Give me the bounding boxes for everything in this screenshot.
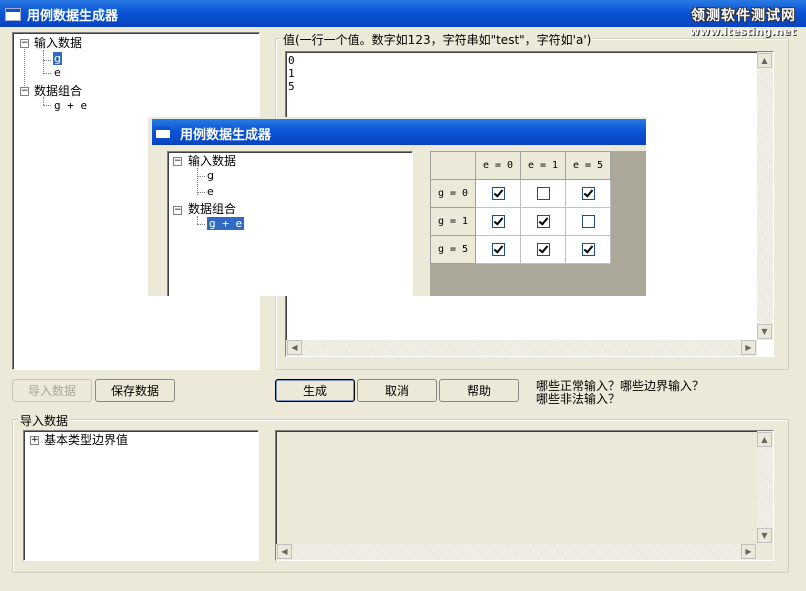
app-icon (5, 8, 21, 21)
scroll-left-icon[interactable]: ◀ (287, 340, 302, 355)
scroll-right-icon[interactable]: ▶ (741, 544, 756, 559)
expand-icon[interactable]: + (30, 436, 39, 445)
watermark-logo: 领测软件测试网 www.ltesting.net (690, 5, 796, 38)
grid-area: e = 0 e = 1 e = 5 g = 0 g = 1 g = 5 (430, 151, 646, 296)
watermark-line2: www.ltesting.net (689, 25, 796, 38)
grid-cell (520, 179, 566, 208)
values-group-label: 值(一行一个值。数字如123，字符串如"test"，字符如'a') (281, 31, 594, 48)
inner-tree-panel: − 输入数据 g e − 数据组合 g + e (167, 151, 413, 296)
tree-node-e[interactable]: e (54, 66, 61, 79)
horizontal-scrollbar[interactable]: ◀ ▶ (286, 340, 757, 356)
window-title: 用例数据生成器 (27, 9, 119, 24)
grid-cell (565, 179, 611, 208)
inner-tree-input-data: 输入数据 (188, 154, 237, 168)
grid-col-header: e = 1 (520, 151, 566, 180)
collapse-icon[interactable]: − (20, 87, 29, 96)
app-icon (156, 127, 170, 138)
grid-cell (565, 235, 611, 264)
scroll-down-icon[interactable]: ▼ (757, 324, 772, 339)
help-button[interactable]: 帮助 (439, 379, 519, 402)
grid-col-header: e = 5 (565, 151, 611, 180)
horizontal-scrollbar[interactable]: ◀ ▶ (276, 544, 757, 560)
checkbox (581, 187, 595, 200)
checkbox (581, 215, 595, 228)
grid-cell (520, 235, 566, 264)
scroll-up-icon[interactable]: ▲ (757, 53, 772, 68)
tree-node-data-combination[interactable]: 数据组合 (34, 82, 82, 99)
collapse-icon: − (173, 205, 182, 215)
tree-node-input-data[interactable]: 输入数据 (34, 34, 82, 51)
inner-tree-e: e (207, 185, 214, 198)
cancel-button[interactable]: 取消 (357, 379, 437, 402)
inner-tree-g-plus-e: g + e (207, 217, 245, 230)
value-line-0: 0 (288, 54, 295, 67)
watermark-line1: 领测软件测试网 (691, 8, 796, 24)
checkbox (536, 187, 550, 200)
tree-node-g[interactable]: g (53, 52, 62, 65)
checkbox (536, 215, 550, 228)
checkbox (491, 243, 505, 256)
grid-cell (565, 207, 611, 236)
scroll-down-icon[interactable]: ▼ (757, 528, 772, 543)
inner-title-bar: 用例数据生成器 (152, 119, 646, 145)
checkbox (581, 243, 595, 256)
scroll-left-icon[interactable]: ◀ (277, 544, 292, 559)
vertical-scrollbar[interactable]: ▲ ▼ (757, 431, 773, 544)
collapse-icon[interactable]: − (20, 39, 29, 48)
hint-line-2: 哪些非法输入？ (536, 392, 621, 406)
scroll-up-icon[interactable]: ▲ (757, 432, 772, 447)
grid-cell (475, 207, 521, 236)
vertical-scrollbar[interactable]: ▲ ▼ (757, 52, 773, 340)
collapse-icon: − (173, 156, 182, 166)
import-group-label: 导入数据 (18, 412, 71, 429)
grid-row-header: g = 1 (430, 207, 476, 236)
grid-row-header: g = 0 (430, 179, 476, 208)
checkbox (536, 243, 550, 256)
tree-node-basic-boundary[interactable]: 基本类型边界值 (44, 431, 128, 448)
generate-button[interactable]: 生成 (275, 379, 355, 402)
title-bar: 用例数据生成器 领测软件测试网 www.ltesting.net (0, 0, 806, 38)
grid-cell (475, 179, 521, 208)
grid-row-header: g = 5 (430, 235, 476, 264)
inner-tree-data-combination: 数据组合 (188, 202, 237, 216)
combination-grid: e = 0 e = 1 e = 5 g = 0 g = 1 g = 5 (430, 151, 611, 264)
checkbox (491, 215, 505, 228)
value-line-2: 5 (288, 80, 295, 93)
import-data-button[interactable]: 导入数据 (12, 379, 92, 402)
grid-col-header: e = 0 (475, 151, 521, 180)
inner-tree-g: g (207, 169, 214, 182)
inner-window-preview: 用例数据生成器 − 输入数据 g e − 数据组合 g + e e = 0 e … (148, 117, 646, 296)
value-line-1: 1 (288, 67, 295, 80)
inner-window-title: 用例数据生成器 (180, 128, 272, 143)
grid-cell (475, 235, 521, 264)
import-tree-panel[interactable]: + 基本类型边界值 (23, 430, 259, 561)
scroll-right-icon[interactable]: ▶ (741, 340, 756, 355)
grid-cell (520, 207, 566, 236)
save-data-button[interactable]: 保存数据 (95, 379, 175, 402)
grid-corner (430, 151, 476, 180)
tree-node-g-plus-e[interactable]: g + e (54, 99, 87, 112)
checkbox (491, 187, 505, 200)
import-values-area[interactable]: ▲ ▼ ◀ ▶ (275, 430, 774, 561)
